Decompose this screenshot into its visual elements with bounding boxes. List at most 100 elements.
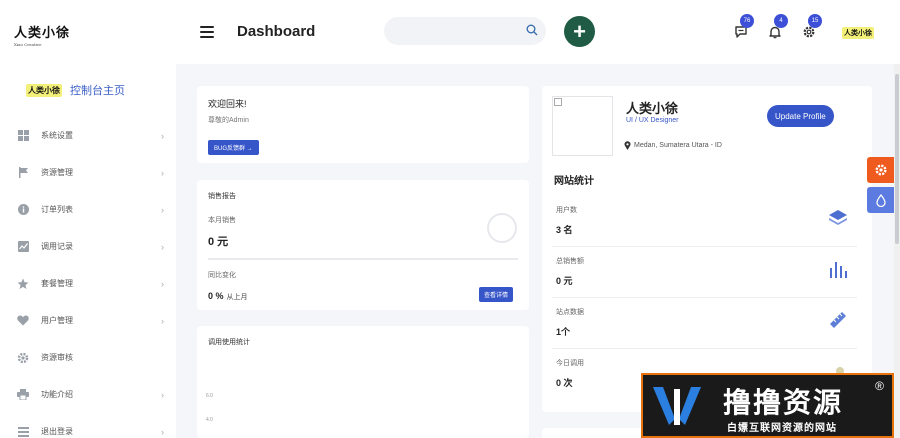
chevron-right-icon: › [161, 204, 164, 215]
sidebar-menu: 系统设置 › 资源管理 › 订单列表 › 调用记录 › 套餐管理 › 用户管理 … [0, 117, 176, 438]
sidebar-item-label: 用户管理 [41, 316, 73, 325]
sales-report-card: 销售报告 本月销售 0 元 同比变化 0 % 从上月 查看详情 [197, 180, 529, 310]
sales-change-unit: 从上月 [226, 294, 248, 301]
usage-axis-tick: 6.0 [206, 393, 213, 399]
stat-value: 0 次 [556, 378, 573, 388]
chevron-right-icon: › [161, 130, 164, 141]
messages-badge: 76 [740, 14, 754, 28]
settings-button[interactable]: 15 [802, 14, 822, 40]
chevron-right-icon: › [161, 167, 164, 178]
sidebar-item-label: 调用记录 [41, 242, 73, 251]
settings-badge: 15 [808, 14, 822, 28]
profile-location: Medan, Sumatera Utara - ID [624, 141, 722, 150]
page-title: Dashboard [237, 23, 316, 40]
ruler-icon [830, 312, 846, 328]
welcome-card: 欢迎回来! 尊敬的Admin BUG反馈群 → [197, 86, 529, 163]
page-scrollbar[interactable] [894, 64, 900, 438]
stat-value: 1个 [556, 327, 571, 337]
chevron-right-icon: › [161, 241, 164, 252]
chevron-right-icon: › [161, 315, 164, 326]
sidebar-item-label: 套餐管理 [41, 279, 73, 288]
profile-role: UI / UX Designer [626, 117, 679, 124]
watermark-banner: 撸撸资源 ® 白嫖互联网资源的网站 [641, 373, 894, 438]
sidebar: 人类小徐 Xiao Creative 人类小徐 控制台主页 系统设置 › 资源管… [0, 0, 176, 438]
usage-axis-tick: 4.0 [206, 417, 213, 423]
search-icon[interactable] [526, 24, 538, 36]
sidebar-item-feature-intro[interactable]: 功能介绍 › [0, 376, 176, 413]
brand-small-text: Xiao Creative [14, 42, 42, 47]
sidebar-item-label: 资源管理 [41, 168, 73, 177]
bug-feedback-button[interactable]: BUG反馈群 → [208, 140, 259, 155]
theme-settings-button[interactable] [867, 157, 894, 183]
stat-label: 总销售额 [556, 258, 584, 265]
user-avatar[interactable]: 人类小徐 [842, 27, 874, 39]
stats-title: 网站统计 [554, 176, 594, 187]
sidebar-item-system-settings[interactable]: 系统设置 › [0, 117, 176, 154]
chart-icon [17, 241, 29, 253]
hamburger-menu-icon[interactable] [200, 26, 214, 38]
sidebar-item-resource-management[interactable]: 资源管理 › [0, 154, 176, 191]
profile-name: 人类小徐 [626, 101, 679, 116]
sidebar-item-order-list[interactable]: 订单列表 › [0, 191, 176, 228]
sidebar-item-resource-review[interactable]: 资源审核 [0, 339, 176, 376]
watermark-title: 撸撸资源 [723, 387, 844, 418]
sales-progress-ring [487, 213, 517, 243]
search-box [384, 17, 546, 45]
sidebar-item-label: 退出登录 [41, 427, 73, 436]
sales-change-percent: 0 % [208, 291, 224, 301]
stat-value: 0 元 [556, 276, 573, 286]
stat-label: 用户数 [556, 207, 577, 214]
stat-row-revenue: 总销售额 0 元 [552, 248, 857, 298]
top-header: Dashboard + 76 4 15 人类小徐 [176, 0, 900, 64]
watermark-subtitle: 白嫖互联网资源的网站 [727, 423, 837, 434]
printer-icon [17, 389, 29, 401]
color-picker-button[interactable] [867, 187, 894, 213]
sidebar-item-label: 系统设置 [41, 131, 73, 140]
sidebar-item-label: 资源审核 [41, 353, 73, 362]
search-input[interactable] [384, 17, 514, 45]
list-icon [17, 426, 29, 438]
messages-button[interactable]: 76 [734, 14, 754, 40]
brand-logo[interactable]: 人类小徐 Xiao Creative [14, 22, 70, 47]
watermark-logo-icon [653, 387, 701, 425]
sales-month-label: 本月销售 [208, 217, 236, 224]
grid-icon [17, 130, 29, 142]
sidebar-item-label: 功能介绍 [41, 390, 73, 399]
layers-icon [829, 210, 847, 225]
broken-image-icon [554, 98, 562, 106]
scrollbar-thumb[interactable] [895, 74, 899, 244]
star-icon [17, 278, 29, 290]
notifications-button[interactable]: 4 [768, 14, 788, 40]
map-pin-icon [624, 141, 631, 150]
droplet-icon [875, 193, 886, 207]
plus-icon: + [573, 18, 586, 44]
add-button[interactable]: + [564, 16, 595, 47]
brand-text: 人类小徐 [14, 26, 71, 41]
stat-label: 站点数据 [556, 309, 584, 316]
chevron-right-icon: › [161, 389, 164, 400]
sales-month-amount: 0 元 [208, 236, 229, 248]
sidebar-item-logout[interactable]: 退出登录 › [0, 413, 176, 438]
chevron-right-icon: › [161, 426, 164, 437]
profile-location-text: Medan, Sumatera Utara - ID [634, 142, 722, 149]
sidebar-item-package-management[interactable]: 套餐管理 › [0, 265, 176, 302]
home-link[interactable]: 人类小徐 控制台主页 [26, 82, 125, 98]
home-label: 控制台主页 [70, 85, 125, 97]
sidebar-item-user-management[interactable]: 用户管理 › [0, 302, 176, 339]
usage-stats-card: 调用使用统计 6.0 4.0 [197, 326, 529, 438]
sales-change-label: 同比变化 [208, 272, 236, 279]
notifications-badge: 4 [774, 14, 788, 28]
stat-value: 3 名 [556, 225, 573, 235]
update-profile-button[interactable]: Update Profile [767, 105, 834, 127]
sidebar-item-call-records[interactable]: 调用记录 › [0, 228, 176, 265]
bar-chart-icon [830, 262, 847, 278]
cog-icon [17, 352, 29, 364]
sales-title: 销售报告 [208, 193, 236, 200]
gear-icon [874, 164, 887, 176]
welcome-title: 欢迎回来! [208, 99, 247, 109]
flag-icon [17, 167, 29, 179]
watermark-registered: ® [875, 379, 884, 393]
home-logo: 人类小徐 [26, 83, 62, 97]
divider [208, 258, 518, 260]
view-details-button[interactable]: 查看详情 [479, 287, 514, 302]
